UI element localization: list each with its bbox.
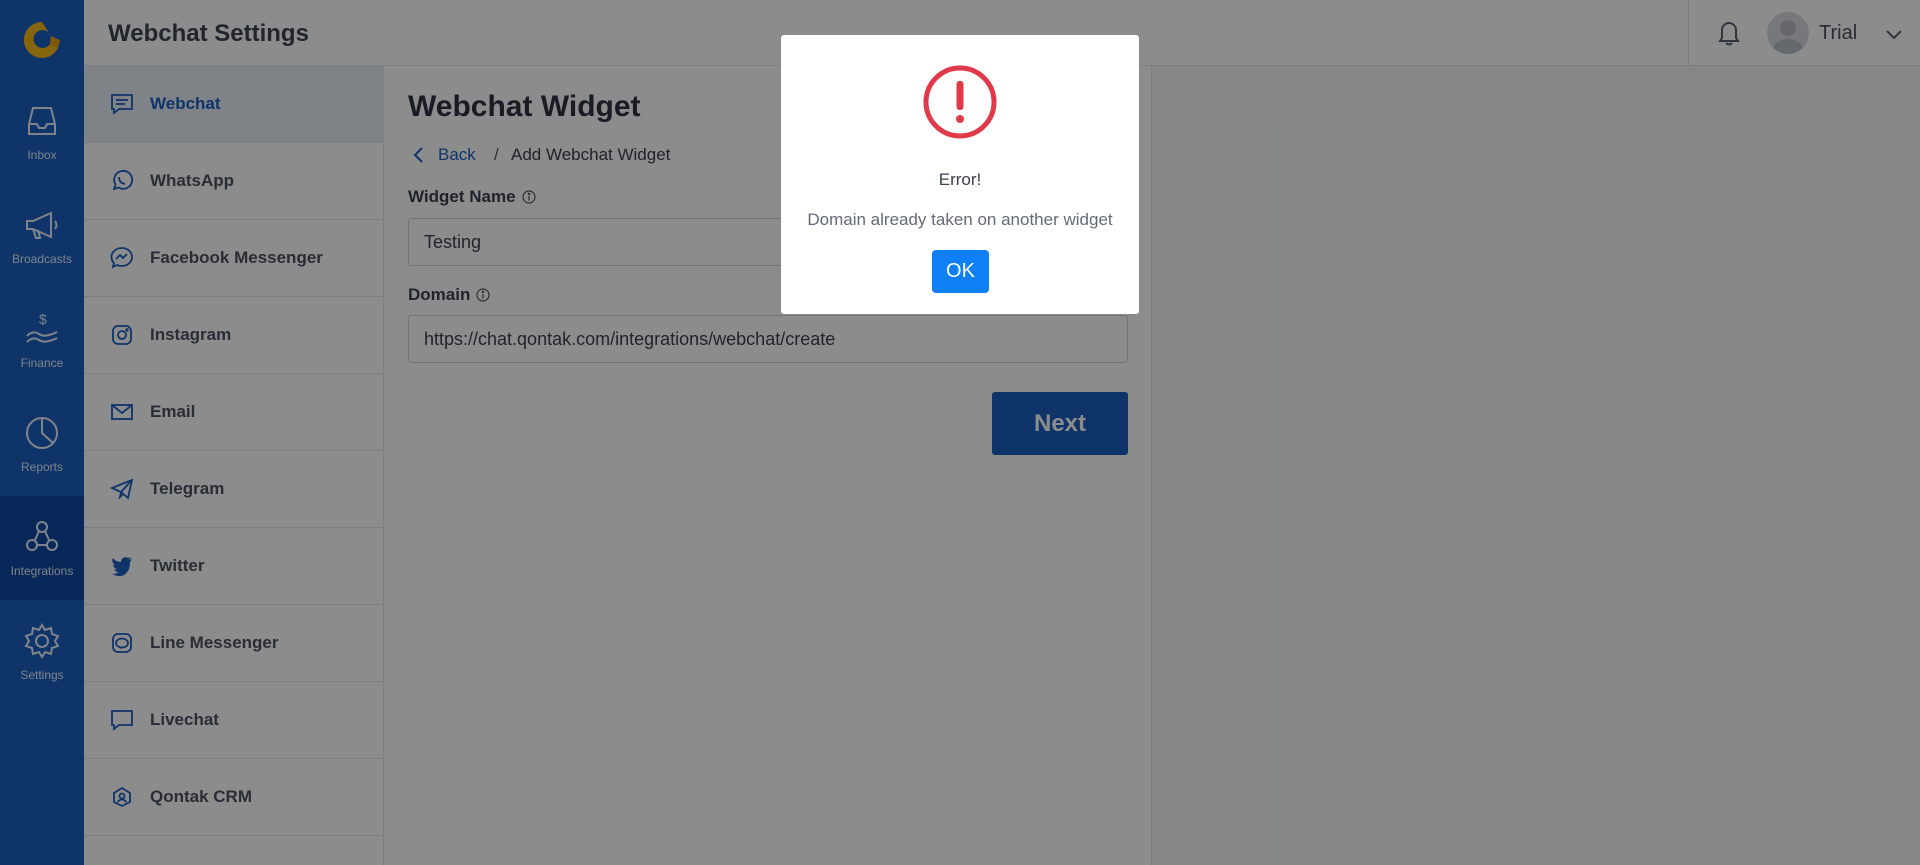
error-dialog: Error! Domain already taken on another w… [781, 35, 1139, 314]
error-icon [923, 65, 997, 139]
ok-button[interactable]: OK [932, 250, 989, 293]
dialog-title: Error! [938, 170, 982, 189]
dialog-message: Domain already taken on another widget [807, 210, 1113, 229]
